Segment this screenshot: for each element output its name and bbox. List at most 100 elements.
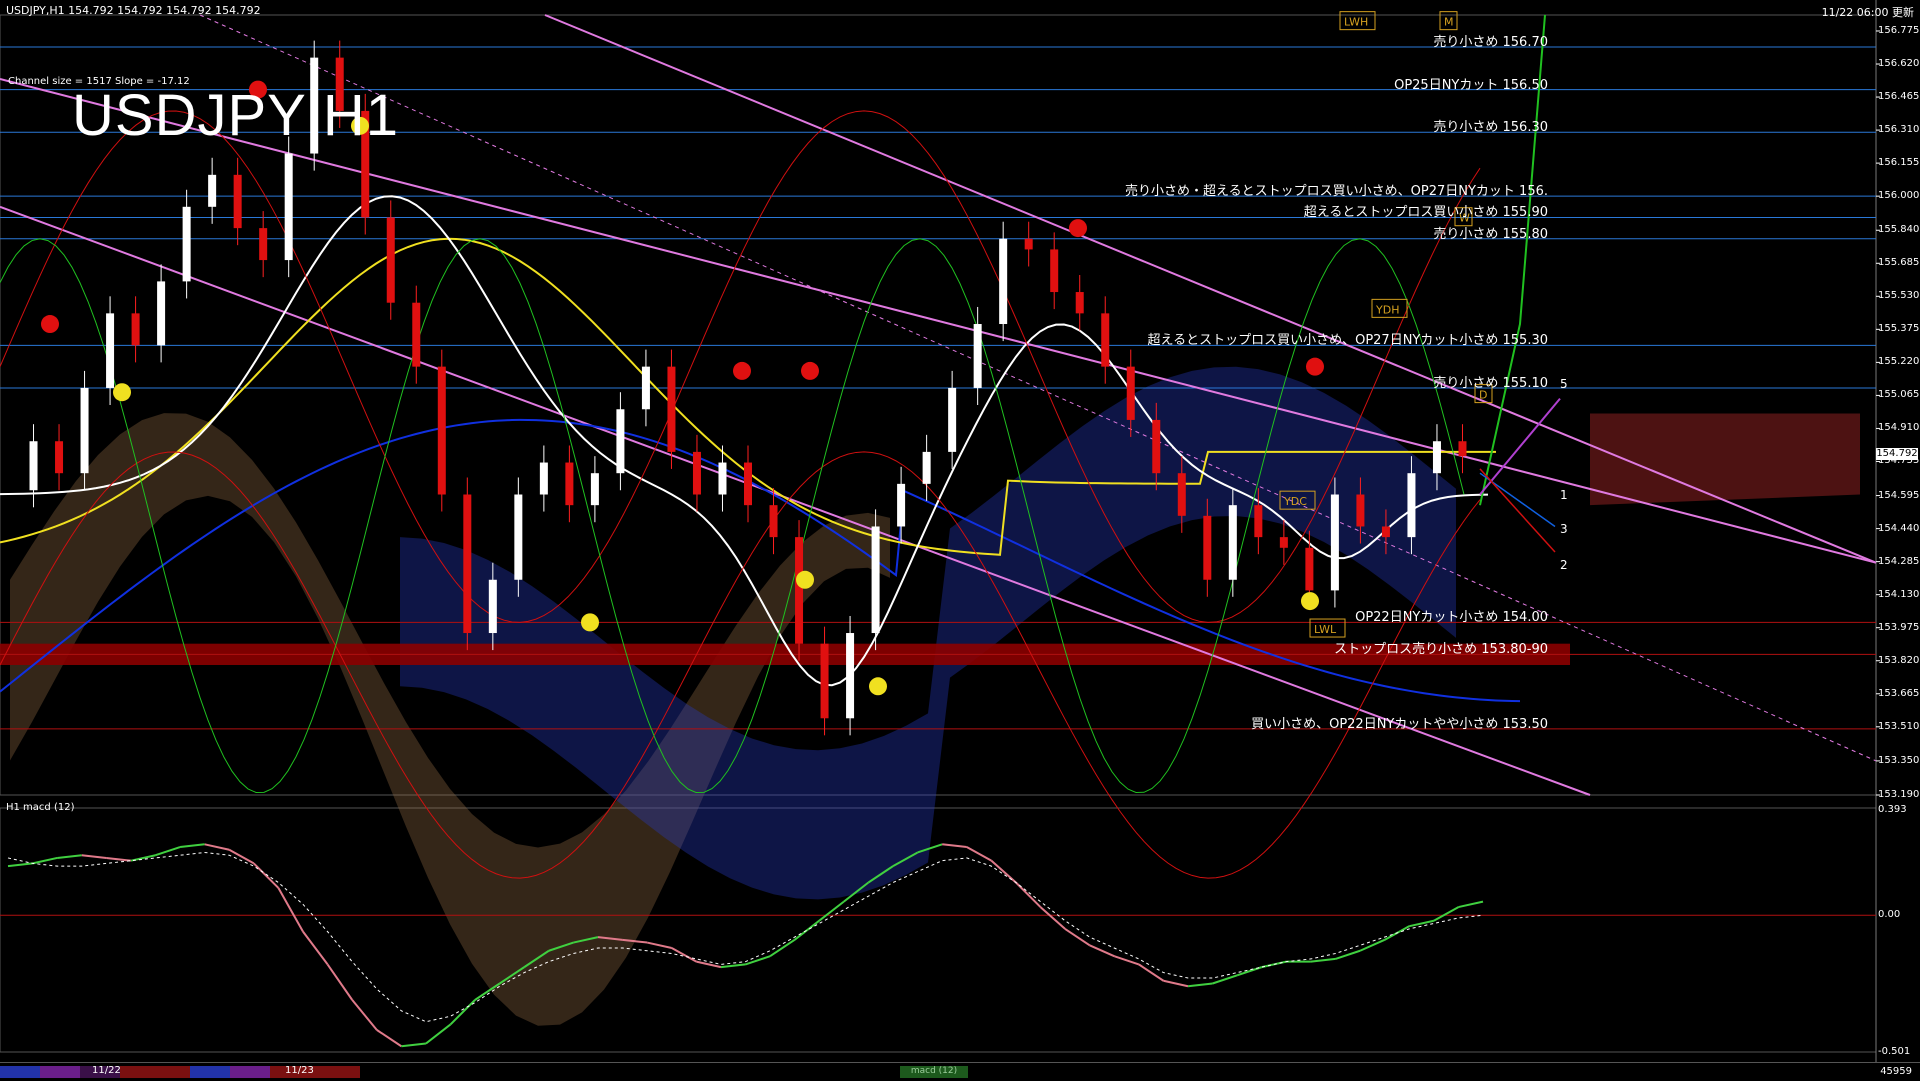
bar-counter: 45959 — [1880, 1066, 1912, 1077]
date-label-1: 11/22 — [92, 1065, 121, 1076]
level-label: 超えるとストップロス買い小さめ、OP27日NYカット小さめ 155.30 — [1147, 329, 1548, 348]
candle-body — [897, 484, 905, 527]
candle-body — [514, 495, 522, 580]
macd-main-segment — [746, 956, 771, 964]
macd-main-segment — [721, 964, 746, 967]
candle-body — [693, 452, 701, 495]
price-tick-label: 153.190 — [1878, 789, 1919, 800]
candle-body — [667, 367, 675, 452]
price-tick-label: 155.530 — [1878, 290, 1919, 301]
macd-main-segment — [672, 948, 697, 962]
current-price-badge: 154.792 — [1876, 448, 1918, 460]
price-tick-label: 154.285 — [1878, 556, 1919, 567]
macd-main-segment — [1213, 975, 1238, 983]
macd-main-segment — [1041, 907, 1066, 929]
level-label: 売り小さめ・超えるとストップロス買い小さめ、OP27日NYカット 156. — [1125, 180, 1548, 199]
price-tick-label: 153.350 — [1878, 755, 1919, 766]
level-label: OP25日NYカット 156.50 — [1394, 74, 1548, 93]
price-tick-label: 155.685 — [1878, 257, 1919, 268]
macd-main-segment — [1409, 921, 1434, 926]
candle-body — [872, 526, 880, 633]
bar-seg-purple — [40, 1066, 80, 1078]
candle-body — [974, 324, 982, 388]
candle-body — [30, 441, 38, 490]
macd-main-segment — [278, 888, 303, 932]
macd-main-segment — [819, 902, 844, 921]
candle-body — [770, 505, 778, 537]
candle-body — [157, 281, 165, 345]
price-tick-label: 155.840 — [1878, 224, 1919, 235]
macd-main-segment — [328, 964, 353, 999]
level-label: 売り小さめ 155.10 — [1433, 372, 1548, 391]
level-label: 買い小さめ、OP22日NYカットやや小さめ 153.50 — [1251, 713, 1548, 732]
candle-body — [744, 463, 752, 506]
level-label: OP22日NYカット小さめ 154.00 — [1355, 606, 1548, 625]
macd-main-segment — [795, 921, 820, 940]
macd-main-segment — [254, 863, 279, 888]
candle-body — [1458, 441, 1466, 456]
channel-mark: 2 — [1560, 558, 1568, 572]
candle-body — [795, 537, 803, 644]
price-tick-label: 156.465 — [1878, 91, 1919, 102]
candle-body — [846, 633, 854, 718]
candle-body — [81, 388, 89, 473]
macd-main-segment — [1016, 883, 1041, 908]
candle-body — [259, 228, 267, 260]
macd-main-segment — [696, 962, 721, 967]
macd-main-segment — [377, 1030, 402, 1046]
macd-main-segment — [942, 844, 967, 847]
marker-label: M — [1444, 16, 1454, 29]
pivot-marker — [796, 571, 814, 589]
pivot-marker — [801, 362, 819, 380]
candle-body — [1305, 548, 1313, 591]
channel-mark: 1 — [1560, 488, 1568, 502]
price-tick-label: 154.130 — [1878, 589, 1919, 600]
macd-main-segment — [106, 858, 131, 861]
candle-body — [1229, 505, 1237, 580]
candle-body — [285, 154, 293, 261]
price-tick-label: 156.000 — [1878, 190, 1919, 201]
macd-main-segment — [1188, 983, 1213, 986]
bar-seg-red — [120, 1066, 190, 1078]
marker-label: LWL — [1314, 623, 1337, 636]
candle-body — [565, 463, 573, 506]
candle-body — [1356, 495, 1364, 527]
level-label: 売り小さめ 155.80 — [1433, 223, 1548, 242]
candle-body — [999, 239, 1007, 324]
candle-body — [489, 580, 497, 633]
price-tick-label: 155.065 — [1878, 389, 1919, 400]
candle-body — [132, 313, 140, 345]
pivot-marker — [869, 677, 887, 695]
bar-seg-purple2 — [230, 1066, 270, 1078]
pivot-marker — [41, 315, 59, 333]
macd-main-segment — [1163, 981, 1188, 986]
marker-label: YDC — [1283, 495, 1307, 508]
date-label-2: 11/23 — [285, 1065, 314, 1076]
pivot-marker — [733, 362, 751, 380]
candle-body — [438, 367, 446, 495]
channel-mark: 3 — [1560, 522, 1568, 536]
candle-body — [616, 409, 624, 473]
macd-main-segment — [303, 932, 328, 965]
candle-body — [1433, 441, 1441, 473]
macd-main-segment — [352, 1000, 377, 1030]
ichimoku-future-cloud — [1590, 414, 1860, 506]
pivot-marker — [1301, 592, 1319, 610]
timeframe-bar: 11/22 11/23 macd (12) 45959 — [0, 1062, 1920, 1081]
candle-body — [1280, 537, 1288, 548]
macd-tab[interactable]: macd (12) — [900, 1066, 968, 1078]
macd-main-segment — [451, 1000, 476, 1025]
price-chart: 5132LWHYDHYDCLWLMWD — [0, 0, 1920, 1080]
pivot-marker — [113, 383, 131, 401]
pivot-marker — [581, 613, 599, 631]
projection-line-red — [1480, 469, 1555, 552]
macd-main-segment — [967, 847, 992, 861]
ichimoku-cloud-lower — [400, 367, 1456, 900]
macd-main-segment — [401, 1044, 426, 1047]
candle-body — [718, 463, 726, 495]
bar-seg-blue — [0, 1066, 40, 1078]
candle-body — [1254, 505, 1262, 537]
candle-body — [1101, 313, 1109, 366]
macd-main-segment — [770, 940, 795, 956]
macd-main-segment — [1458, 902, 1483, 907]
